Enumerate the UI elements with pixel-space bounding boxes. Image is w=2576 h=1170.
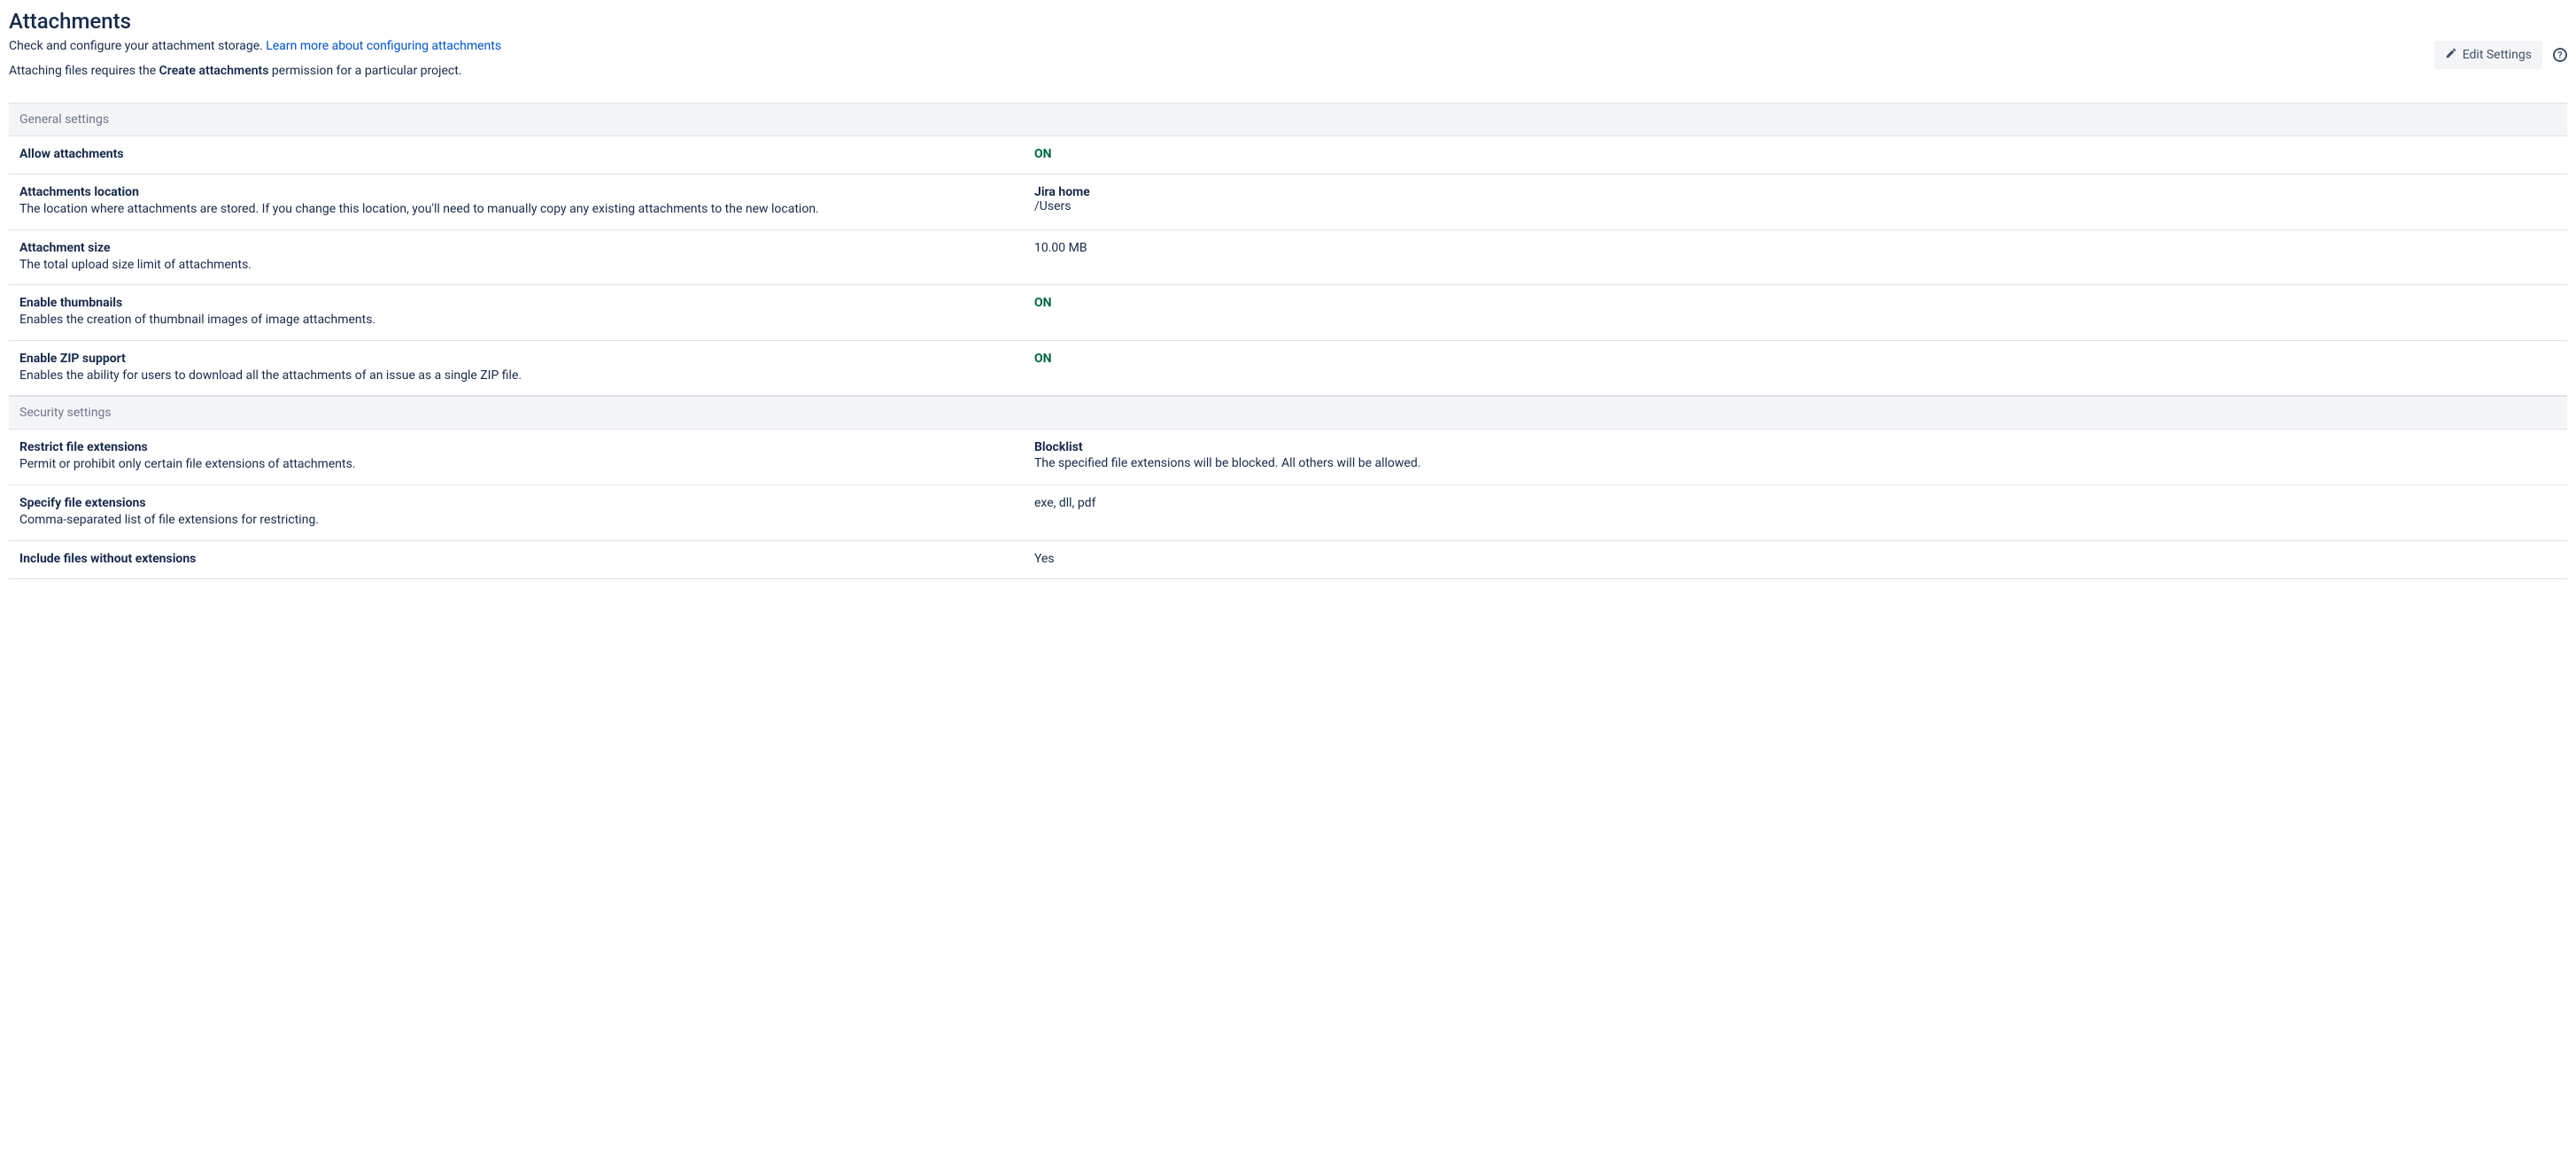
security-settings-header: Security settings xyxy=(9,396,2567,430)
setting-label: Enable thumbnails xyxy=(19,296,1017,310)
extensions-value: exe, dll, pdf xyxy=(1034,496,1095,510)
setting-row-attachment-size: Attachment size The total upload size li… xyxy=(9,230,2567,286)
setting-row-enable-thumbnails: Enable thumbnails Enables the creation o… xyxy=(9,285,2567,341)
setting-value-col: ON xyxy=(1034,352,2557,385)
header-left: Attachments Check and configure your att… xyxy=(9,9,2434,103)
setting-label: Attachments location xyxy=(19,185,1017,199)
perm-pre: Attaching files requires the xyxy=(9,64,159,78)
header-actions: Edit Settings ? xyxy=(2434,41,2567,69)
perm-post: permission for a particular project. xyxy=(268,64,461,78)
setting-value-col: ON xyxy=(1034,147,2557,163)
setting-label-col: Attachments location The location where … xyxy=(19,185,1034,219)
setting-desc: The location where attachments are store… xyxy=(19,201,1017,219)
setting-row-restrict-extensions: Restrict file extensions Permit or prohi… xyxy=(9,430,2567,485)
setting-desc: Enables the creation of thumbnail images… xyxy=(19,312,1017,329)
setting-label: Attachment size xyxy=(19,241,1017,255)
status-on: ON xyxy=(1034,147,1052,161)
edit-settings-label: Edit Settings xyxy=(2463,48,2532,62)
subtitle-text: Check and configure your attachment stor… xyxy=(9,39,266,53)
setting-row-attachments-location: Attachments location The location where … xyxy=(9,174,2567,230)
setting-label: Specify file extensions xyxy=(19,496,1017,510)
edit-settings-button[interactable]: Edit Settings xyxy=(2434,41,2542,69)
setting-desc: Enables the ability for users to downloa… xyxy=(19,368,1017,385)
location-title: Jira home xyxy=(1034,185,2557,199)
general-settings-header: General settings xyxy=(9,103,2567,136)
setting-value-col: ON xyxy=(1034,296,2557,329)
setting-label-col: Enable ZIP support Enables the ability f… xyxy=(19,352,1034,385)
page-title: Attachments xyxy=(9,9,2434,34)
setting-label-col: Restrict file extensions Permit or prohi… xyxy=(19,440,1034,474)
setting-label: Include files without extensions xyxy=(19,552,1017,566)
setting-row-include-no-ext: Include files without extensions Yes xyxy=(9,541,2567,579)
learn-more-link[interactable]: Learn more about configuring attachments xyxy=(266,39,501,53)
status-on: ON xyxy=(1034,296,1052,310)
setting-label-col: Specify file extensions Comma-separated … xyxy=(19,496,1034,530)
setting-value-col: Yes xyxy=(1034,552,2557,568)
setting-row-enable-zip: Enable ZIP support Enables the ability f… xyxy=(9,341,2567,397)
setting-label: Allow attachments xyxy=(19,147,1017,161)
setting-desc: The total upload size limit of attachmen… xyxy=(19,257,1017,275)
setting-desc: Permit or prohibit only certain file ext… xyxy=(19,456,1017,474)
setting-row-specify-extensions: Specify file extensions Comma-separated … xyxy=(9,485,2567,541)
noext-value: Yes xyxy=(1034,552,1055,566)
page-header: Attachments Check and configure your att… xyxy=(9,9,2567,103)
setting-label: Restrict file extensions xyxy=(19,440,1017,454)
setting-label-col: Enable thumbnails Enables the creation o… xyxy=(19,296,1034,329)
perm-bold: Create attachments xyxy=(159,64,269,78)
setting-desc: Comma-separated list of file extensions … xyxy=(19,512,1017,530)
page-subtitle: Check and configure your attachment stor… xyxy=(9,39,2434,53)
blocklist-title: Blocklist xyxy=(1034,440,2557,454)
blocklist-desc: The specified file extensions will be bl… xyxy=(1034,456,2557,470)
setting-label-col: Allow attachments xyxy=(19,147,1034,163)
setting-value-col: exe, dll, pdf xyxy=(1034,496,2557,530)
location-path: /Users xyxy=(1034,199,2557,213)
setting-row-allow-attachments: Allow attachments ON xyxy=(9,136,2567,174)
size-value: 10.00 MB xyxy=(1034,241,1087,255)
permission-note: Attaching files requires the Create atta… xyxy=(9,64,2434,78)
setting-label: Enable ZIP support xyxy=(19,352,1017,366)
setting-value-col: 10.00 MB xyxy=(1034,241,2557,275)
pencil-icon xyxy=(2445,47,2457,63)
status-on: ON xyxy=(1034,352,1052,366)
setting-value-col: Blocklist The specified file extensions … xyxy=(1034,440,2557,474)
help-icon[interactable]: ? xyxy=(2553,48,2567,62)
setting-label-col: Include files without extensions xyxy=(19,552,1034,568)
setting-label-col: Attachment size The total upload size li… xyxy=(19,241,1034,275)
setting-value-col: Jira home /Users xyxy=(1034,185,2557,219)
